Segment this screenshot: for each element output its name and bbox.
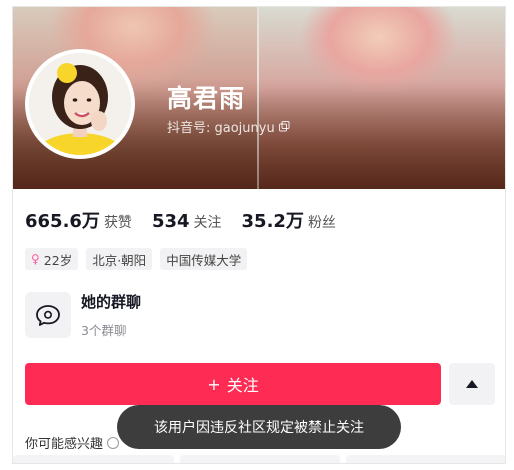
tag-age-label: 22岁 <box>43 252 73 268</box>
toast-message: 该用户因违反社区规定被禁止关注 <box>117 405 401 449</box>
tag-age: ♀ 22岁 <box>25 248 79 270</box>
recommended-card[interactable] <box>346 455 505 463</box>
copy-icon-svg <box>278 121 290 132</box>
group-chat-icon-box <box>25 292 71 338</box>
following-count[interactable]: 534 <box>152 211 190 232</box>
recommended-cards-row <box>13 455 505 463</box>
avatar-image <box>29 53 131 155</box>
profile-id-row[interactable]: 抖音号: gaojunyu <box>167 117 290 136</box>
tag-location-label: 北京·朝阳 <box>92 252 147 268</box>
group-chat-entry[interactable]: 她的群聊 3个群聊 <box>25 291 141 339</box>
followers-count[interactable]: 35.2万 <box>242 207 304 233</box>
profile-id-text: 抖音号: gaojunyu <box>167 121 275 136</box>
profile-banner: 高君雨 抖音号: gaojunyu <box>13 7 505 189</box>
group-chat-subtitle: 3个群聊 <box>81 323 127 338</box>
likes-count: 665.6万 <box>25 211 100 232</box>
chat-bubble-icon <box>36 305 60 326</box>
recommended-section-title: 你可能感兴趣 <box>25 433 120 452</box>
following-label[interactable]: 关注 <box>194 212 222 232</box>
follow-button[interactable]: + 关注 <box>25 363 441 405</box>
tag-school[interactable]: 中国传媒大学 <box>160 248 248 270</box>
profile-stats: 665.6万 获赞 534 关注 35.2万 粉丝 <box>25 207 356 233</box>
caret-up-icon <box>466 380 478 388</box>
follow-button-label: 关注 <box>226 376 259 395</box>
recommended-card[interactable] <box>179 455 341 463</box>
follow-plus-icon: + <box>207 374 221 394</box>
followers-label[interactable]: 粉丝 <box>308 212 336 232</box>
info-icon[interactable] <box>107 436 120 449</box>
female-icon: ♀ <box>31 252 40 266</box>
more-button[interactable] <box>449 363 495 405</box>
profile-nickname: 高君雨 <box>167 84 246 113</box>
profile-tags: ♀ 22岁 北京·朝阳 中国传媒大学 <box>25 248 248 270</box>
group-chat-title: 她的群聊 <box>81 293 142 311</box>
tag-location: 北京·朝阳 <box>86 248 153 270</box>
profile-page: 高君雨 抖音号: gaojunyu 665.6万 获赞 534 关注 35.2万… <box>12 6 506 464</box>
recommended-label: 你可能感兴趣 <box>25 437 104 452</box>
group-chat-text: 她的群聊 3个群聊 <box>81 291 141 339</box>
recommended-card[interactable] <box>13 455 174 463</box>
likes-label: 获赞 <box>103 215 132 231</box>
tag-school-label: 中国传媒大学 <box>166 252 242 268</box>
copy-icon[interactable] <box>278 121 290 132</box>
avatar[interactable] <box>25 49 135 159</box>
